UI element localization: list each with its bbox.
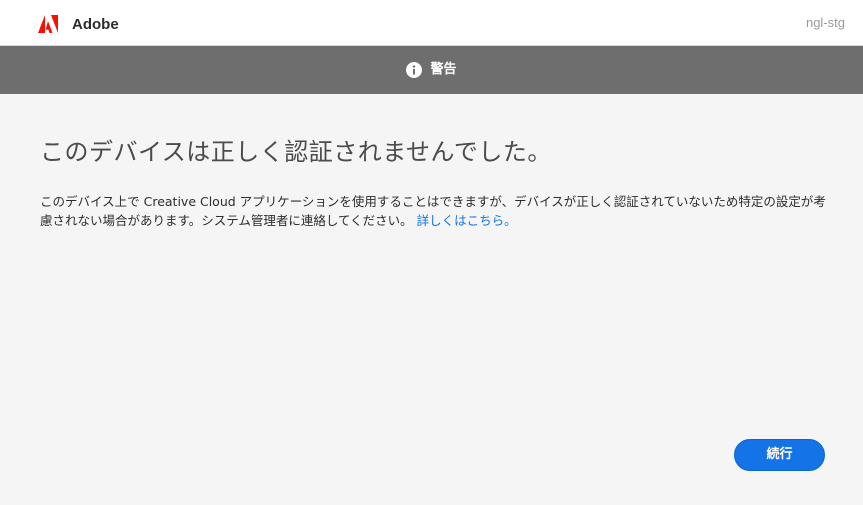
brand-name: Adobe (72, 16, 119, 33)
adobe-logo-icon (38, 15, 58, 33)
warning-banner: 警告 (0, 46, 863, 94)
continue-button[interactable]: 続行 (734, 439, 825, 471)
main-content: このデバイスは正しく認証されませんでした。 このデバイス上で Creative … (40, 94, 840, 230)
warning-label: 警告 (430, 62, 457, 77)
info-icon (406, 62, 423, 78)
description-text: このデバイス上で Creative Cloud アプリケーションを使用することは… (40, 192, 830, 230)
learn-more-link[interactable]: 詳しくはこちら。 (417, 213, 517, 228)
app-header: Adobe ngl-stg (0, 0, 863, 46)
page-title: このデバイスは正しく認証されませんでした。 (40, 138, 552, 166)
environment-label: ngl-stg (805, 15, 845, 30)
